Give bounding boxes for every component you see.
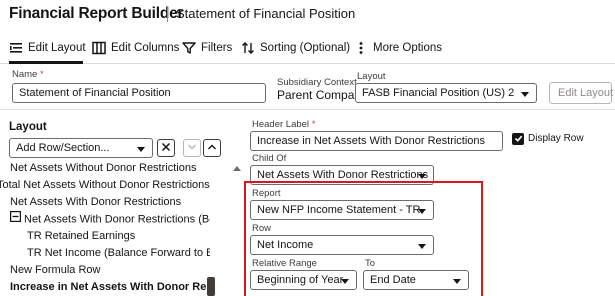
display-row-checkbox[interactable] <box>512 133 524 145</box>
add-row-section-placeholder: Add Row/Section... <box>16 142 110 154</box>
scrollbar-thumb[interactable] <box>207 277 215 296</box>
tab-filters-label: Filters <box>201 42 233 54</box>
tree-item[interactable]: TR Retained Earnings <box>27 228 135 245</box>
more-vertical-icon <box>354 41 368 55</box>
collapse-icon[interactable] <box>10 211 22 228</box>
tree-item-expanded[interactable]: Net Assets With Donor Restrictions (Begi… <box>10 211 210 228</box>
name-field[interactable]: Statement of Financial Position <box>12 83 266 103</box>
move-up-button[interactable] <box>203 139 221 157</box>
tree-item[interactable]: New Formula Row <box>10 262 100 279</box>
child-of-value: Net Assets With Donor Restrictions <box>257 169 429 181</box>
header-label-label: Header Label * <box>252 119 316 130</box>
toolbar: Edit Layout Edit Columns Filters Sorting… <box>0 32 615 64</box>
layout-tree: Net Assets Without Donor Restrictions To… <box>0 160 210 296</box>
section-divider <box>0 109 615 110</box>
tree-item[interactable]: TR Net Income (Balance Forward to Beginn… <box>27 245 210 262</box>
tab-edit-columns[interactable]: Edit Columns <box>92 40 179 56</box>
edit-layout-button[interactable]: Edit Layout <box>549 82 613 104</box>
header-label-field[interactable]: Increase in Net Assets With Donor Restri… <box>250 131 503 151</box>
more-options-menu[interactable]: More Options <box>354 40 442 56</box>
layout-select-value: FASB Financial Position (US) 2 <box>362 87 515 99</box>
tab-edit-layout[interactable]: Edit Layout <box>9 40 86 56</box>
tab-sorting[interactable]: Sorting (Optional) <box>241 40 350 56</box>
highlight-annotation-box <box>244 181 483 296</box>
more-options-label: More Options <box>373 42 443 54</box>
name-label: Name * <box>12 69 44 80</box>
required-marker: * <box>39 69 44 80</box>
header-divider <box>167 6 168 22</box>
move-down-button[interactable] <box>183 139 201 157</box>
tab-sorting-label: Sorting (Optional) <box>260 42 351 54</box>
tab-edit-layout-label: Edit Layout <box>28 42 86 54</box>
subsidiary-context-value: Parent Company <box>277 88 368 102</box>
page-header: Financial Report Builder Statement of Fi… <box>0 0 615 28</box>
filter-icon <box>182 41 196 55</box>
layout-select-label: Layout <box>357 71 386 82</box>
scroll-up-arrow-icon[interactable] <box>233 166 241 171</box>
child-of-label: Child Of <box>252 153 287 164</box>
tree-item[interactable]: Net Assets Without Donor Restrictions <box>10 160 196 177</box>
remove-row-button[interactable] <box>157 139 175 157</box>
layout-panel-title: Layout <box>9 121 47 133</box>
columns-icon <box>92 41 106 55</box>
page-title: Statement of Financial Position <box>176 6 356 21</box>
app-title: Financial Report Builder <box>9 5 184 22</box>
tab-filters[interactable]: Filters <box>182 40 232 56</box>
add-row-section-select[interactable]: Add Row/Section... <box>9 138 153 158</box>
display-row-label: Display Row <box>528 133 584 144</box>
chevron-down-icon <box>187 141 197 155</box>
check-icon <box>514 132 523 146</box>
sort-icon <box>241 41 255 55</box>
tree-item-label: Net Assets With Donor Restrictions (Begi… <box>24 213 210 226</box>
tab-edit-columns-label: Edit Columns <box>111 42 180 54</box>
tree-item-selected[interactable]: Increase in Net Assets With Donor Restri… <box>10 279 210 296</box>
chevron-down-icon <box>521 92 529 97</box>
required-marker: * <box>311 119 316 130</box>
layout-select[interactable]: FASB Financial Position (US) 2 <box>355 83 537 103</box>
active-tab-indicator <box>9 61 83 64</box>
subsidiary-context-label: Subsidiary Context <box>277 77 357 88</box>
close-icon <box>161 141 171 155</box>
edit-layout-icon <box>9 41 23 55</box>
chevron-up-icon <box>207 141 217 155</box>
tree-item[interactable]: Total Net Assets Without Donor Restricti… <box>0 177 210 194</box>
chevron-down-icon <box>418 174 426 179</box>
chevron-down-icon <box>137 147 145 152</box>
tree-item[interactable]: Net Assets With Donor Restrictions <box>10 194 181 211</box>
